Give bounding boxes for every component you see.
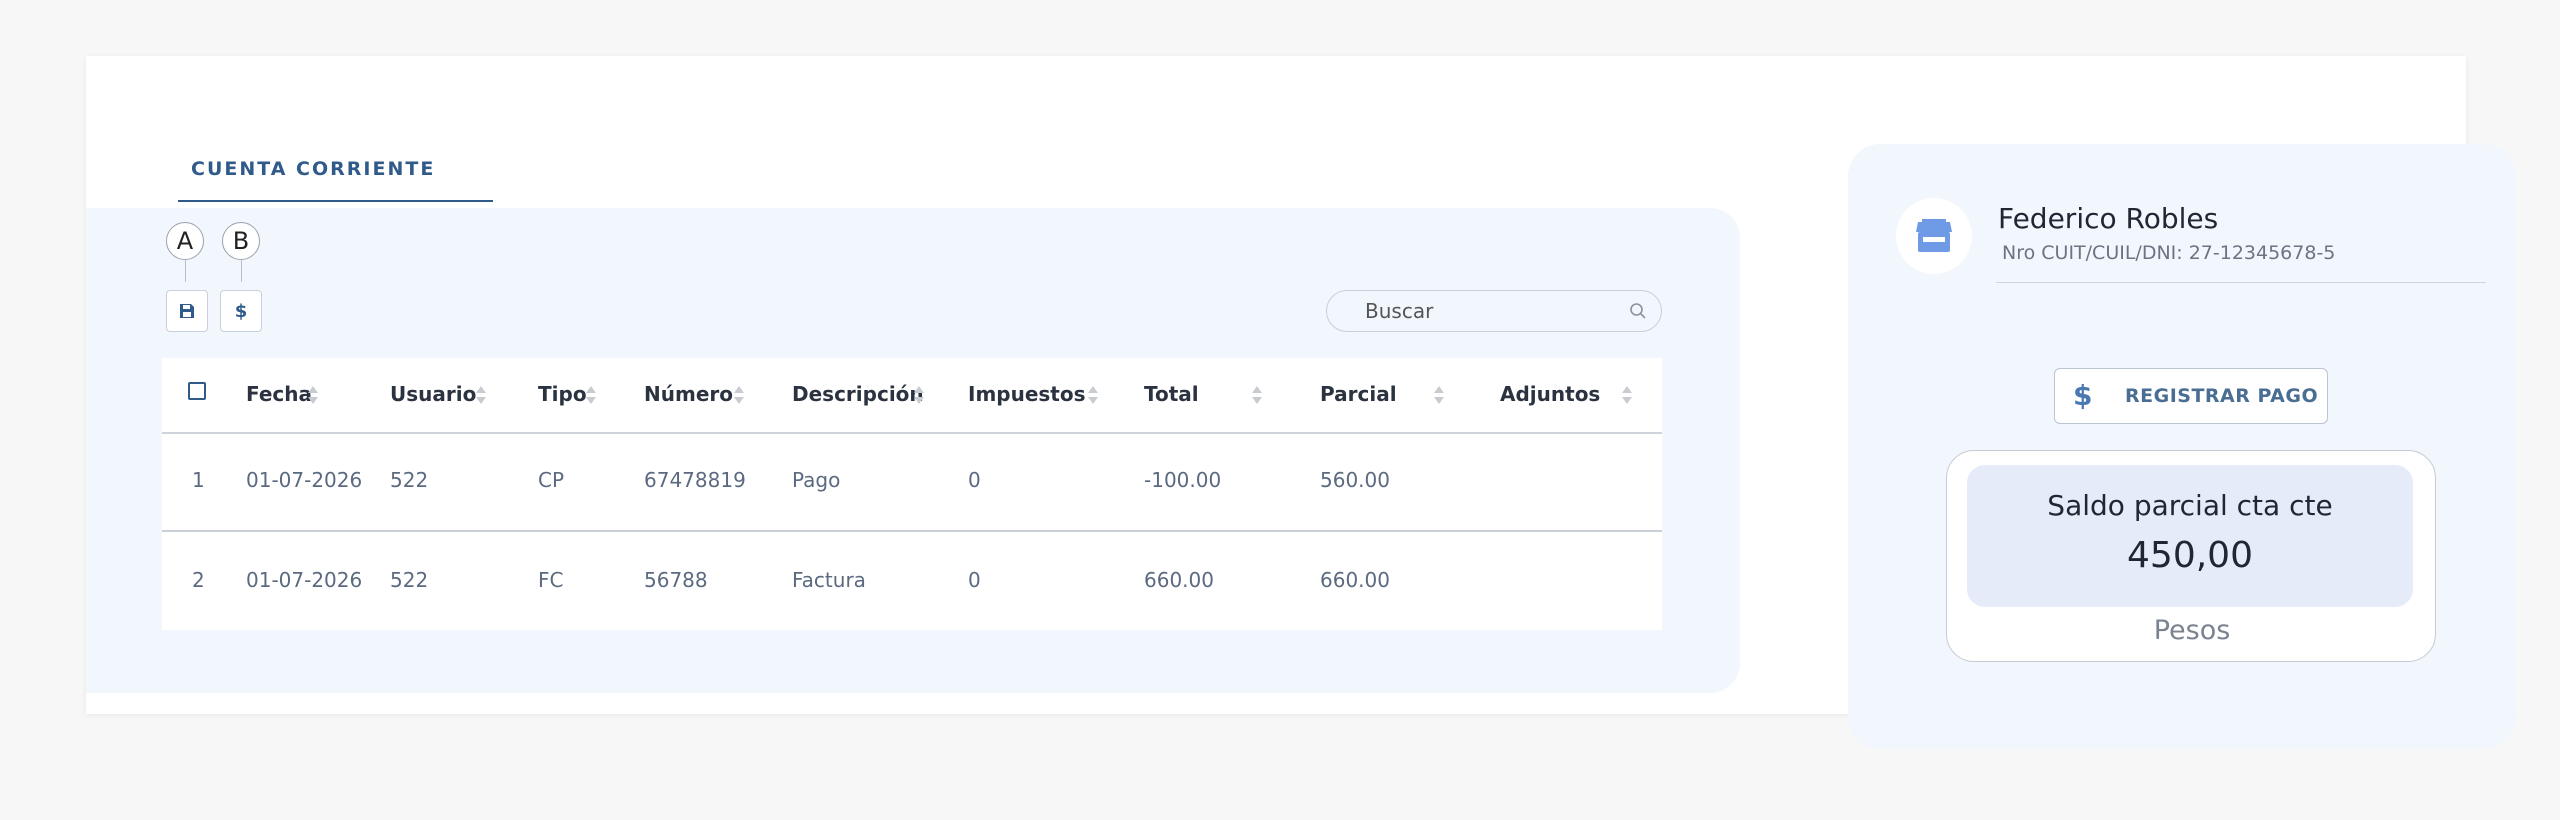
floppy-disk-icon — [180, 304, 194, 318]
register-payment-label: REGISTRAR PAGO — [2125, 385, 2319, 407]
dollar-icon: $ — [2073, 379, 2093, 412]
marker-a: A — [166, 222, 204, 260]
marker-a-line — [185, 260, 186, 282]
cell-fecha: 01-07-2026 — [246, 568, 363, 592]
dollar-icon: $ — [234, 300, 248, 322]
table-row[interactable]: 2 01-07-2026 522 FC 56788 Factura 0 660.… — [162, 532, 1662, 630]
header-impuestos[interactable]: Impuestos — [968, 382, 1086, 406]
search-box[interactable] — [1326, 290, 1662, 332]
header-parcial[interactable]: Parcial — [1320, 382, 1397, 406]
row-index: 2 — [192, 568, 205, 592]
sort-icon[interactable] — [586, 386, 596, 406]
cell-total: 660.00 — [1144, 568, 1214, 592]
balance-title: Saldo parcial cta cte — [2047, 489, 2333, 522]
cell-numero: 67478819 — [644, 468, 746, 492]
cell-total: -100.00 — [1144, 468, 1222, 492]
tab-cuenta-corriente[interactable]: CUENTA CORRIENTE — [178, 156, 493, 202]
cell-tipo: CP — [538, 468, 565, 492]
marker-b: B — [222, 222, 260, 260]
sort-icon[interactable] — [1252, 386, 1262, 406]
cell-impuestos: 0 — [968, 468, 981, 492]
sort-icon[interactable] — [1622, 386, 1632, 406]
store-icon — [1916, 219, 1952, 252]
sort-icon[interactable] — [308, 386, 318, 406]
select-all-checkbox[interactable] — [188, 382, 206, 400]
search-icon[interactable] — [1629, 302, 1647, 320]
cell-parcial: 560.00 — [1320, 468, 1390, 492]
row-index: 1 — [192, 468, 205, 492]
header-numero[interactable]: Número — [644, 382, 733, 406]
cell-tipo: FC — [538, 568, 564, 592]
cell-impuestos: 0 — [968, 568, 981, 592]
cell-descripcion: Pago — [792, 468, 841, 492]
header-tipo[interactable]: Tipo — [538, 382, 587, 406]
cell-numero: 56788 — [644, 568, 708, 592]
sort-icon[interactable] — [1088, 386, 1098, 406]
table-header: Fecha Usuario Tipo Número Descripción Im… — [162, 358, 1662, 434]
cell-usuario: 522 — [390, 468, 429, 492]
header-usuario[interactable]: Usuario — [390, 382, 476, 406]
tab-label: CUENTA CORRIENTE — [191, 158, 436, 180]
register-payment-button[interactable]: $ REGISTRAR PAGO — [2054, 368, 2328, 424]
header-fecha[interactable]: Fecha — [246, 382, 312, 406]
header-total[interactable]: Total — [1144, 382, 1199, 406]
client-id: Nro CUIT/CUIL/DNI: 27-12345678-5 — [2002, 242, 2336, 264]
divider — [1996, 282, 2486, 283]
header-adjuntos[interactable]: Adjuntos — [1500, 382, 1600, 406]
sort-icon[interactable] — [734, 386, 744, 406]
sort-icon[interactable] — [1434, 386, 1444, 406]
avatar — [1896, 198, 1972, 274]
sort-icon[interactable] — [476, 386, 486, 406]
client-name: Federico Robles — [1998, 202, 2219, 235]
marker-b-line — [241, 260, 242, 282]
cell-parcial: 660.00 — [1320, 568, 1390, 592]
save-button[interactable] — [166, 290, 208, 332]
cell-descripcion: Factura — [792, 568, 866, 592]
account-table: Fecha Usuario Tipo Número Descripción Im… — [162, 358, 1662, 630]
balance-value: 450,00 — [2127, 535, 2253, 576]
balance-card: Saldo parcial cta cte 450,00 Pesos — [1946, 450, 2436, 662]
header-descripcion[interactable]: Descripción — [792, 382, 924, 406]
balance-summary: Saldo parcial cta cte 450,00 — [1967, 465, 2413, 607]
search-input[interactable] — [1363, 291, 1617, 331]
sort-icon[interactable] — [914, 386, 924, 406]
cell-usuario: 522 — [390, 568, 429, 592]
table-row[interactable]: 1 01-07-2026 522 CP 67478819 Pago 0 -100… — [162, 432, 1662, 532]
main-card: CUENTA CORRIENTE A B $ Fecha Usuario — [86, 56, 2516, 749]
cell-fecha: 01-07-2026 — [246, 468, 363, 492]
balance-currency: Pesos — [2153, 615, 2231, 646]
client-panel: Federico Robles Nro CUIT/CUIL/DNI: 27-12… — [1848, 144, 2516, 749]
payment-button[interactable]: $ — [220, 290, 262, 332]
